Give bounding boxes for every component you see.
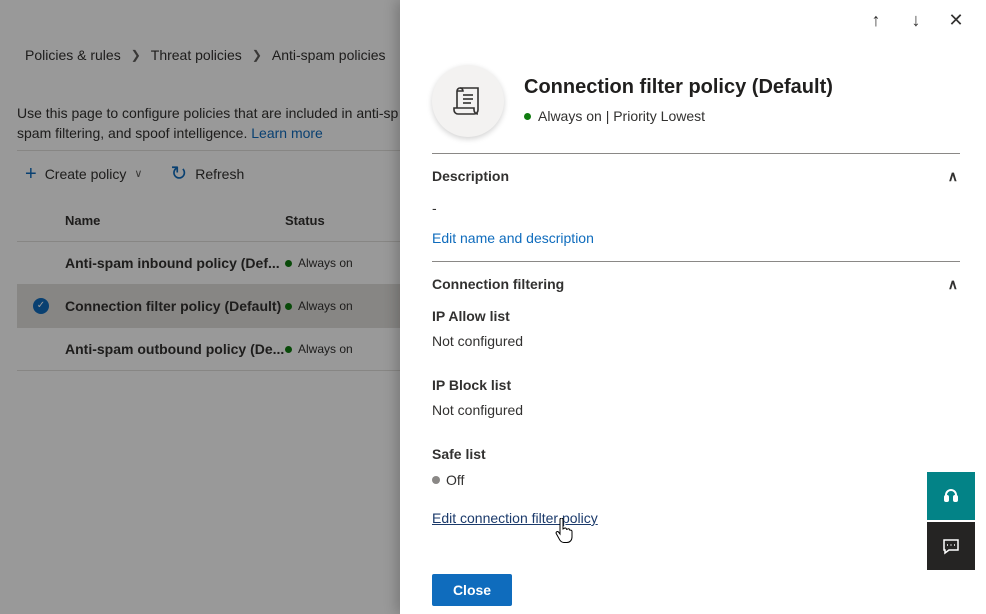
ip-allow-label: IP Allow list: [432, 308, 510, 324]
close-button[interactable]: Close: [432, 574, 512, 606]
connection-filtering-section-header[interactable]: Connection filtering ∧: [432, 262, 960, 306]
arrow-down-icon[interactable]: ↓: [896, 10, 936, 32]
safe-list-value-text: Off: [446, 472, 465, 488]
safe-list-value: Off: [432, 472, 960, 488]
arrow-up-icon[interactable]: ↑: [856, 10, 896, 32]
feedback-button[interactable]: [927, 522, 975, 570]
status-off-dot-icon: [432, 476, 440, 484]
panel-status: Always on | Priority Lowest: [524, 108, 705, 124]
help-button[interactable]: [927, 472, 975, 520]
description-heading: Description: [432, 168, 510, 184]
safe-list-label: Safe list: [432, 446, 486, 462]
feedback-icon: [943, 539, 959, 555]
close-icon[interactable]: ✕: [936, 10, 976, 32]
panel-title: Connection filter policy (Default): [524, 76, 833, 98]
panel-status-text: Always on | Priority Lowest: [538, 108, 706, 124]
connection-filtering-heading: Connection filtering: [432, 276, 565, 292]
ip-allow-value: Not configured: [432, 333, 524, 349]
safe-list-field: Safe list Off: [432, 446, 960, 488]
ip-block-label: IP Block list: [432, 377, 512, 393]
description-value: -: [432, 200, 437, 216]
panel-navigation: ↑ ↓ ✕: [856, 10, 976, 32]
hand-cursor-icon: [555, 518, 573, 543]
ip-allow-field: IP Allow list Not configured: [432, 308, 960, 349]
modal-overlay[interactable]: [0, 0, 400, 614]
description-section-header[interactable]: Description ∧: [432, 154, 960, 198]
description-section: Description ∧ - Edit name and descriptio…: [432, 153, 960, 261]
edit-name-description-link[interactable]: Edit name and description: [432, 230, 594, 246]
details-flyout-panel: ↑ ↓ ✕ Connection filter policy (Default)…: [400, 0, 986, 614]
ip-block-field: IP Block list Not configured: [432, 377, 960, 418]
scroll-policy-icon: [432, 65, 504, 137]
chevron-up-icon: ∧: [947, 275, 958, 292]
chevron-up-icon: ∧: [947, 167, 958, 184]
connection-filtering-section: Connection filtering ∧ IP Allow list Not…: [432, 261, 960, 551]
status-dot-icon: [524, 112, 531, 120]
ip-block-value: Not configured: [432, 402, 524, 418]
headset-help-icon: [944, 489, 958, 502]
